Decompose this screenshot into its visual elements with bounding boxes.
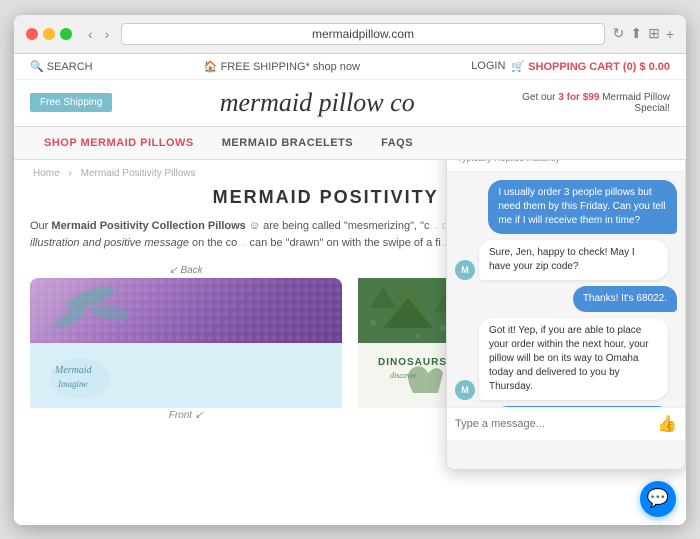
avatar: M bbox=[455, 380, 475, 400]
chat-header: Mermaid Pillow Co Typically Replies Inst… bbox=[447, 160, 685, 172]
chat-message-row: M Got it! Yep, if you are able to place … bbox=[455, 318, 677, 400]
browser-actions: ↻ ⬆ ⊞ + bbox=[613, 25, 674, 42]
search-label[interactable]: 🔍 SEARCH bbox=[30, 60, 93, 73]
chat-overlay: Mermaid Pillow Co Typically Replies Inst… bbox=[446, 160, 686, 470]
nav-bracelets[interactable]: MERMAID BRACELETS bbox=[208, 127, 367, 159]
chat-company: Mermaid Pillow Co Typically Replies Inst… bbox=[457, 160, 564, 163]
traffic-lights bbox=[26, 28, 72, 40]
browser-window: ‹ › mermaidpillow.com ↻ ⬆ ⊞ + 🔍 SEARCH 🏠… bbox=[14, 15, 686, 525]
search-bar[interactable]: 🔍 SEARCH bbox=[30, 60, 93, 73]
promo-text: Get our 3 for $99 Mermaid PillowSpecial! bbox=[522, 92, 670, 114]
svg-text:Imagine: Imagine bbox=[57, 379, 88, 389]
title-bar: ‹ › mermaidpillow.com ↻ ⬆ ⊞ + bbox=[14, 15, 686, 54]
chat-message-agent: Got it! Yep, if you are able to place yo… bbox=[479, 318, 668, 400]
breadcrumb-home[interactable]: Home bbox=[33, 168, 60, 179]
svg-text:discover: discover bbox=[390, 371, 418, 380]
pillow-back-label: ↙ Back bbox=[30, 265, 342, 276]
chat-input-area: 👍 bbox=[447, 407, 685, 440]
chat-message-agent: Sure, Jen, happy to check! May I have yo… bbox=[479, 240, 668, 280]
back-button[interactable]: ‹ bbox=[84, 24, 97, 44]
address-bar[interactable]: mermaidpillow.com bbox=[121, 23, 604, 45]
chat-message-row: I usually order 3 people pillows but nee… bbox=[455, 180, 677, 234]
chat-message-row: M Sure, Jen, happy to check! May I have … bbox=[455, 240, 677, 280]
chat-messages: I usually order 3 people pillows but nee… bbox=[447, 172, 685, 407]
pillow-mermaid-back-image bbox=[30, 278, 342, 343]
shipping-label: 🏠 FREE SHIPPING* shop now bbox=[204, 60, 360, 73]
close-button[interactable] bbox=[26, 28, 38, 40]
breadcrumb-page[interactable]: Mermaid Positivity Pillows bbox=[81, 168, 196, 179]
minimize-button[interactable] bbox=[43, 28, 55, 40]
shipping-promo: 🏠 FREE SHIPPING* shop now bbox=[204, 60, 360, 73]
login-link[interactable]: LOGIN bbox=[471, 60, 505, 72]
forward-button[interactable]: › bbox=[101, 24, 114, 44]
pillow-card-mermaid[interactable]: ↙ Back bbox=[30, 265, 342, 441]
avatar: M bbox=[455, 260, 475, 280]
share-button[interactable]: ⬆ bbox=[630, 25, 642, 42]
content-area: Home › Mermaid Positivity Pillows MERMAI… bbox=[14, 160, 686, 525]
promo-highlight: 3 for $99 bbox=[558, 92, 599, 103]
messenger-fab[interactable]: 💬 bbox=[640, 481, 676, 517]
cart-link[interactable]: 🛒 SHOPPING CART (0) $ 0.00 bbox=[511, 60, 670, 73]
maximize-button[interactable] bbox=[60, 28, 72, 40]
messenger-icon: 💬 bbox=[647, 488, 669, 509]
pillow-mermaid-front-image: Mermaid Imagine bbox=[30, 343, 342, 408]
tab-button[interactable]: ⊞ bbox=[648, 25, 660, 42]
login-cart: LOGIN 🛒 SHOPPING CART (0) $ 0.00 bbox=[471, 60, 670, 73]
nav-faqs[interactable]: FAQS bbox=[367, 127, 427, 159]
chat-message-user: I usually order 3 people pillows but nee… bbox=[488, 180, 677, 234]
svg-text:DINOSAURS: DINOSAURS bbox=[378, 357, 447, 368]
add-tab-button[interactable]: + bbox=[666, 25, 674, 42]
thumbs-up-icon[interactable]: 👍 bbox=[657, 414, 677, 434]
chat-message-user: Thanks! It's 68022. bbox=[573, 286, 677, 312]
chat-cta-row: Great, I'll place my order right now bbox=[455, 406, 677, 407]
nav-shop-pillows[interactable]: SHOP MERMAID PILLOWS bbox=[30, 127, 208, 159]
refresh-button[interactable]: ↻ bbox=[613, 25, 625, 42]
site-nav: SHOP MERMAID PILLOWS MERMAID BRACELETS F… bbox=[14, 126, 686, 160]
breadcrumb-sep: › bbox=[68, 168, 71, 179]
site-logo[interactable]: mermaid pillow co bbox=[112, 88, 522, 118]
chat-order-button[interactable]: Great, I'll place my order right now bbox=[488, 406, 677, 407]
svg-text:Mermaid: Mermaid bbox=[54, 365, 93, 376]
chat-input[interactable] bbox=[455, 418, 651, 430]
chat-message-row: Thanks! It's 68022. bbox=[455, 286, 677, 312]
site-header: Free Shipping mermaid pillow co Get our … bbox=[14, 80, 686, 126]
top-bar: 🔍 SEARCH 🏠 FREE SHIPPING* shop now LOGIN… bbox=[14, 54, 686, 80]
free-shipping-badge: Free Shipping bbox=[30, 93, 112, 112]
nav-buttons: ‹ › bbox=[84, 24, 113, 44]
chat-status: Typically Replies Instantly bbox=[457, 160, 564, 163]
